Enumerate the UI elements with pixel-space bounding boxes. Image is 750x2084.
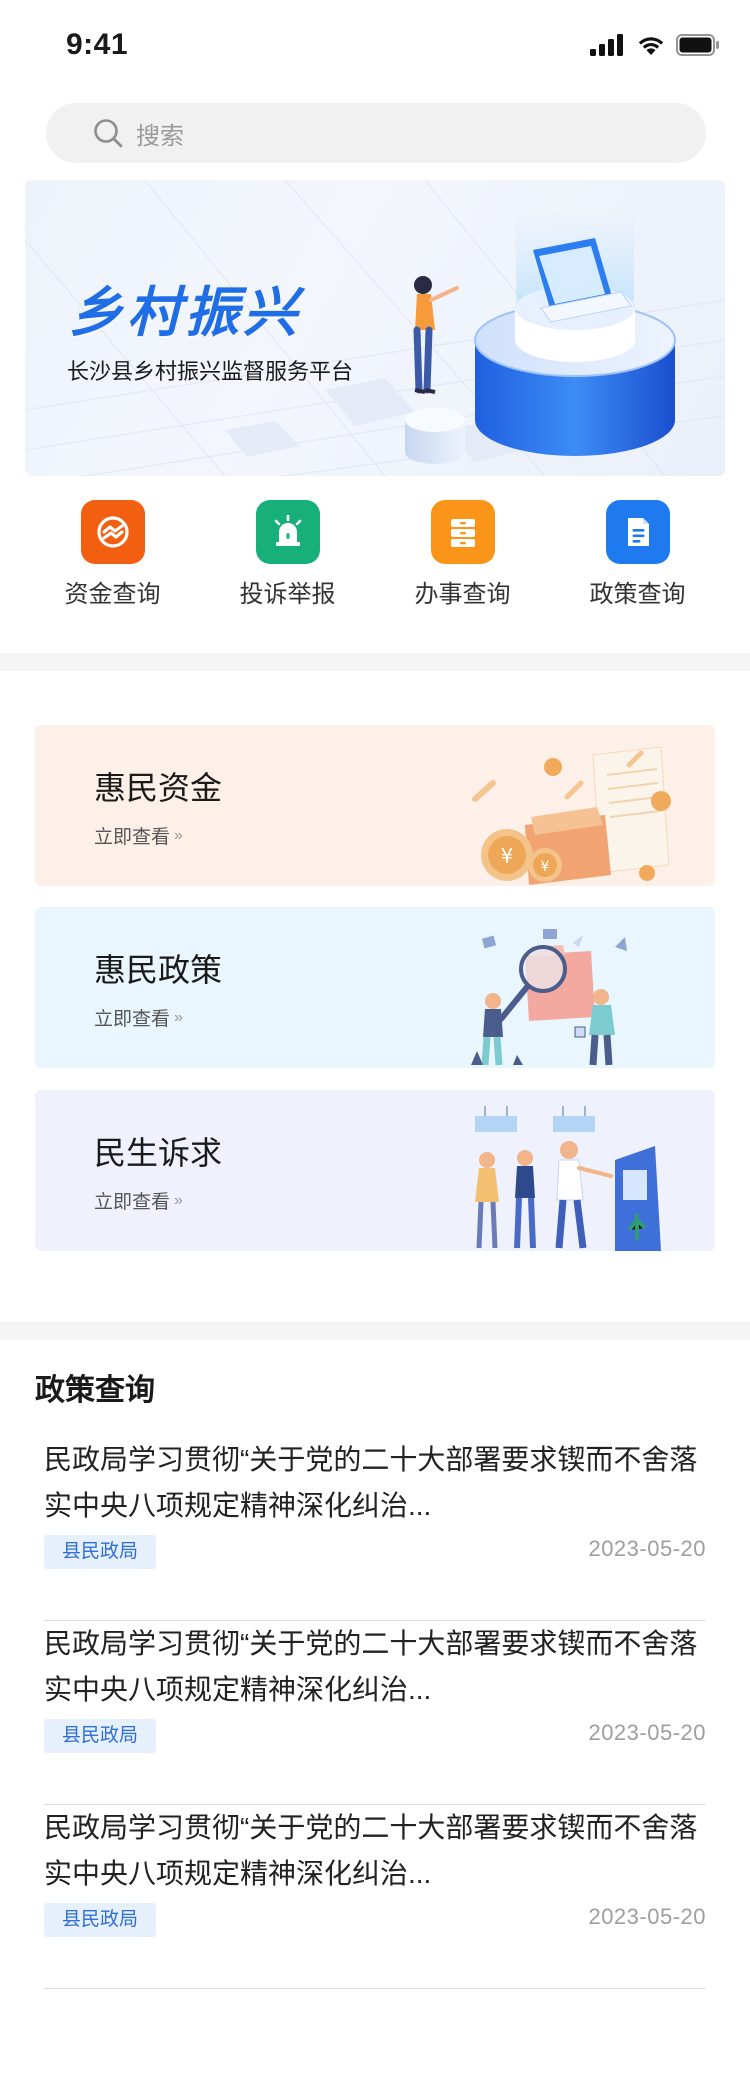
quick-entry-grid: 资金查询 投诉举报 办事查询 政策查询 xyxy=(25,500,725,620)
quick-entry-fund-query[interactable]: 资金查询 xyxy=(25,500,200,620)
card-benefit-funds[interactable]: 惠民资金 立即查看 » ¥ ¥ xyxy=(35,725,715,886)
section-divider xyxy=(0,653,750,671)
search-icon xyxy=(94,119,123,148)
view-now-label: 立即查看 xyxy=(94,827,171,848)
status-bar: 9:41 xyxy=(0,0,750,92)
status-icons xyxy=(590,34,720,56)
card-title: 惠民政策 xyxy=(94,952,223,988)
platform-illustration xyxy=(405,210,676,464)
quick-entry-label: 投诉举报 xyxy=(239,581,336,608)
hero-banner[interactable]: 乡村振兴 长沙县乡村振兴监督服务平台 xyxy=(25,180,725,476)
quick-entry-label: 办事查询 xyxy=(414,581,511,608)
quick-entry-label: 资金查询 xyxy=(64,581,161,608)
quick-entry-complaint-report[interactable]: 投诉举报 xyxy=(200,500,375,620)
double-chevron-icon: » xyxy=(174,1008,183,1026)
view-now-link[interactable]: 立即查看 » xyxy=(94,822,183,849)
alarm-report-icon xyxy=(255,500,320,564)
publish-date: 2023-05-20 xyxy=(588,1904,706,1929)
funds-illustration: ¥ ¥ xyxy=(472,746,671,885)
svg-text:¥: ¥ xyxy=(541,859,550,875)
view-now-label: 立即查看 xyxy=(94,1009,171,1030)
wifi-icon xyxy=(638,37,664,55)
banner-subtitle: 长沙县乡村振兴监督服务平台 xyxy=(67,359,354,384)
section-divider xyxy=(0,1322,750,1340)
quick-entry-policy-query[interactable]: 政策查询 xyxy=(550,500,725,620)
svg-text:¥: ¥ xyxy=(501,844,514,868)
card-livelihood-appeals[interactable]: 民生诉求 立即查看 » xyxy=(35,1090,715,1251)
quick-entry-label: 政策查询 xyxy=(589,581,686,608)
view-now-label: 立即查看 xyxy=(94,1192,171,1213)
card-benefit-policy[interactable]: 惠民政策 立即查看 » xyxy=(35,907,715,1068)
cabinet-icon xyxy=(430,500,495,564)
publish-date: 2023-05-20 xyxy=(588,1720,706,1745)
policy-item-title: 民政局学习贯彻“关于党的二十大部署要求锲而不舍落实中央八项规定精神深化纠治... xyxy=(44,1444,698,1521)
policy-item-title: 民政局学习贯彻“关于党的二十大部署要求锲而不舍落实中央八项规定精神深化纠治... xyxy=(44,1628,698,1705)
policy-illustration xyxy=(471,929,627,1066)
policy-list-item[interactable]: 民政局学习贯彻“关于党的二十大部署要求锲而不舍落实中央八项规定精神深化纠治...… xyxy=(44,1437,706,1621)
policy-list-item[interactable]: 民政局学习贯彻“关于党的二十大部署要求锲而不舍落实中央八项规定精神深化纠治...… xyxy=(44,1621,706,1805)
fund-query-icon xyxy=(80,500,145,564)
document-icon xyxy=(605,500,670,564)
department-tag: 县民政局 xyxy=(44,1719,157,1753)
double-chevron-icon: » xyxy=(174,1191,183,1209)
department-tag: 县民政局 xyxy=(44,1535,157,1569)
search-bar[interactable]: 搜索 xyxy=(46,103,706,163)
status-time: 9:41 xyxy=(66,28,129,61)
banner-title: 乡村振兴 xyxy=(69,283,301,343)
view-now-link[interactable]: 立即查看 » xyxy=(94,1004,183,1031)
card-title: 民生诉求 xyxy=(94,1135,223,1171)
quick-entry-affairs-query[interactable]: 办事查询 xyxy=(375,500,550,620)
battery-icon xyxy=(676,34,719,56)
appeals-illustration xyxy=(475,1106,661,1251)
view-now-link[interactable]: 立即查看 » xyxy=(94,1187,183,1214)
policy-section-title: 政策查询 xyxy=(35,1374,155,1407)
signal-icon xyxy=(590,34,623,56)
policy-list-item[interactable]: 民政局学习贯彻“关于党的二十大部署要求锲而不舍落实中央八项规定精神深化纠治...… xyxy=(44,1805,706,1989)
policy-item-title: 民政局学习贯彻“关于党的二十大部署要求锲而不舍落实中央八项规定精神深化纠治... xyxy=(44,1812,698,1889)
card-title: 惠民资金 xyxy=(94,770,223,806)
publish-date: 2023-05-20 xyxy=(588,1536,706,1561)
search-placeholder: 搜索 xyxy=(136,122,184,150)
department-tag: 县民政局 xyxy=(44,1903,157,1937)
double-chevron-icon: » xyxy=(174,826,183,844)
